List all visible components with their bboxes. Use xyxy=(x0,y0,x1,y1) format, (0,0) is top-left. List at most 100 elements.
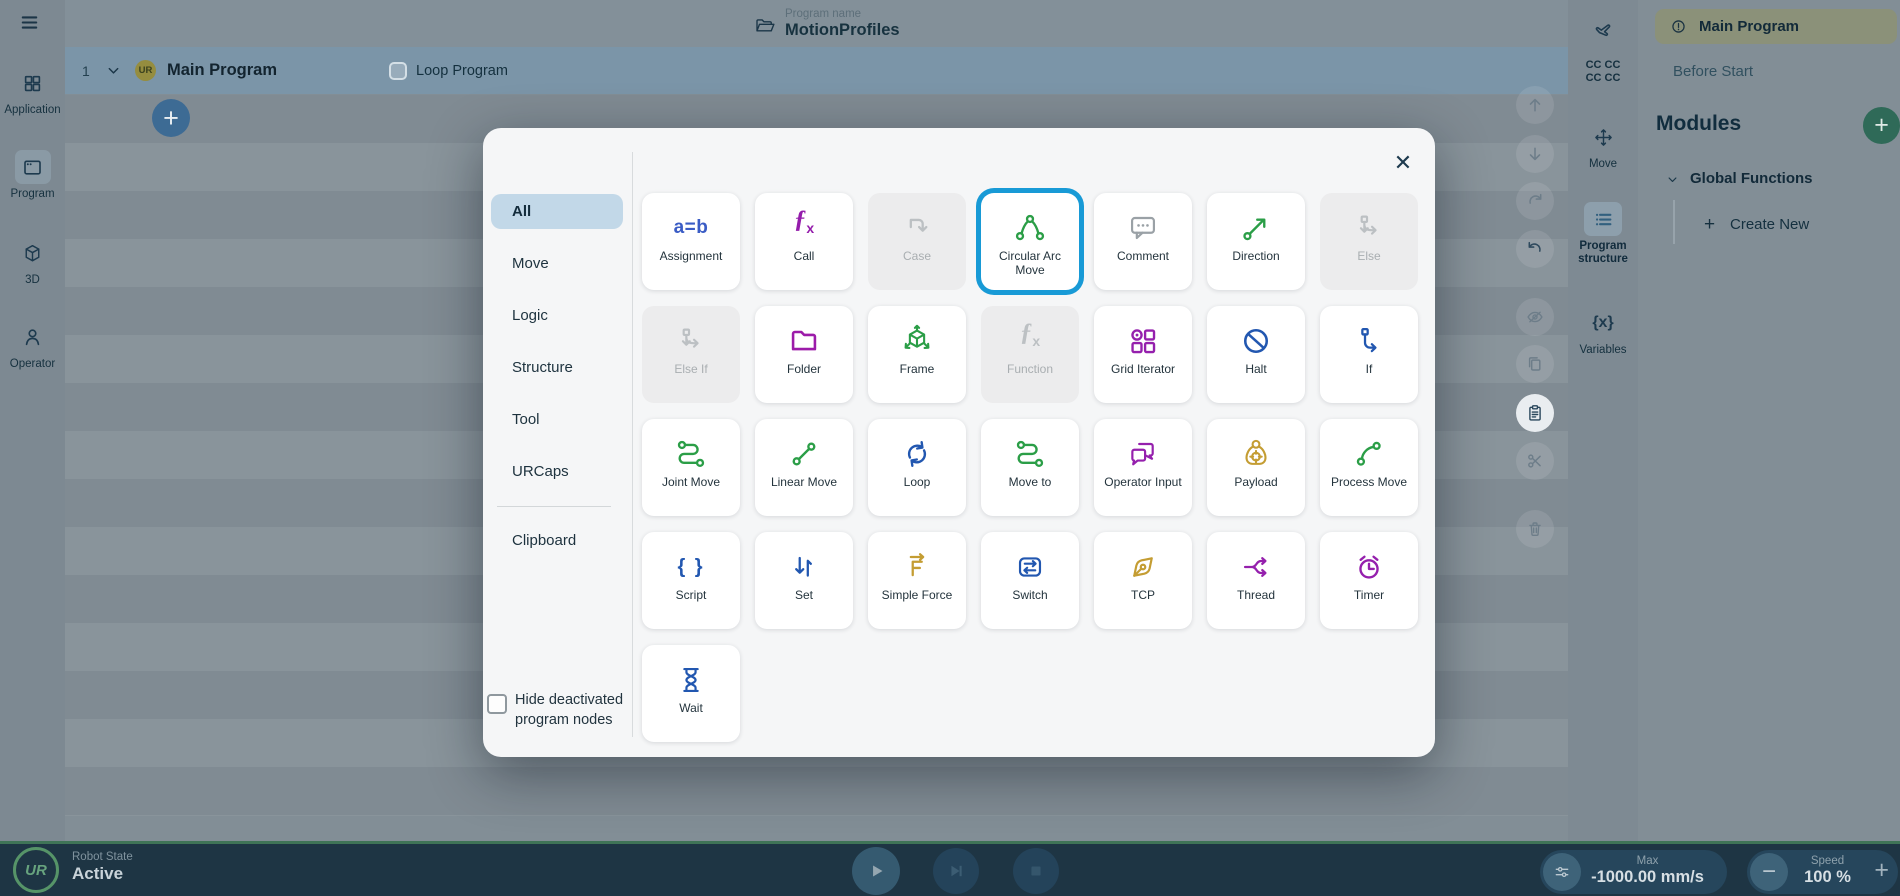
sidebar-item-3d[interactable]: 3D xyxy=(0,236,65,286)
robot-state-value: Active xyxy=(72,864,123,884)
category-structure[interactable]: Structure xyxy=(491,350,623,385)
node-tile-label: Else xyxy=(1349,250,1388,264)
node-tile-grid-iterator[interactable]: Grid Iterator xyxy=(1094,306,1192,403)
cut-button[interactable] xyxy=(1516,442,1554,480)
sidebar-item-program[interactable]: Program xyxy=(0,150,65,200)
max-speed-pill: Max -1000.00 mm/s xyxy=(1540,850,1727,894)
node-tile-move-to[interactable]: Move to xyxy=(981,419,1079,516)
program-row[interactable]: 1 UR Main Program Loop Program xyxy=(65,47,1568,94)
node-tile-direction[interactable]: Direction xyxy=(1207,193,1305,290)
collapse-chevron-icon[interactable] xyxy=(103,60,124,81)
node-tile-halt[interactable]: Halt xyxy=(1207,306,1305,403)
node-tile-simple-force[interactable]: Simple Force xyxy=(868,532,966,629)
category-divider xyxy=(497,506,611,507)
category-all[interactable]: All xyxy=(491,194,623,229)
node-tile-circular-arc-move[interactable]: Circular Arc Move xyxy=(981,193,1079,290)
node-tile-timer[interactable]: Timer xyxy=(1320,532,1418,629)
node-tile-label: Operator Input xyxy=(1096,476,1189,490)
speed-pill: − Speed 100 % + xyxy=(1747,850,1898,894)
sidebar-item-operator[interactable]: Operator xyxy=(0,320,65,370)
paste-button[interactable] xyxy=(1516,394,1554,432)
speed-value: 100 % xyxy=(1791,868,1864,887)
node-tile-label: Joint Move xyxy=(654,476,728,490)
program-name-block[interactable]: Program name MotionProfiles xyxy=(752,8,900,40)
node-tile-label: Thread xyxy=(1229,589,1283,603)
hide-deactivated-checkbox[interactable] xyxy=(487,694,507,714)
node-tile-assignment[interactable]: a=b Assignment xyxy=(642,193,740,290)
copy-button[interactable] xyxy=(1516,345,1554,383)
stop-icon xyxy=(1023,858,1049,884)
global-functions-label[interactable]: Global Functions xyxy=(1690,170,1813,187)
category-tool[interactable]: Tool xyxy=(491,402,623,437)
redo-button[interactable] xyxy=(1516,182,1554,220)
node-tile-switch[interactable]: Switch xyxy=(981,532,1079,629)
node-tile-label: Frame xyxy=(892,363,943,377)
hamburger-icon xyxy=(16,9,43,36)
max-label: Max xyxy=(1584,854,1711,868)
paste-icon xyxy=(1523,401,1547,425)
node-tile-joint-move[interactable]: Joint Move xyxy=(642,419,740,516)
node-tile-label: Grid Iterator xyxy=(1103,363,1183,377)
category-urcaps[interactable]: URCaps xyxy=(491,454,623,489)
program-name-value: MotionProfiles xyxy=(785,21,900,40)
step-button[interactable] xyxy=(933,848,979,894)
arrow-down-icon xyxy=(1523,142,1547,166)
node-tile-payload[interactable]: Payload xyxy=(1207,419,1305,516)
speed-decrease-button[interactable]: − xyxy=(1750,853,1788,891)
modal-close-button[interactable]: ✕ xyxy=(1388,148,1418,178)
add-module-button[interactable]: + xyxy=(1863,107,1900,144)
toolbar-item-program-structure[interactable]: Program structure xyxy=(1568,202,1638,266)
variables-icon: {x} xyxy=(1584,306,1622,340)
node-tile-call[interactable]: ƒx Call xyxy=(755,193,853,290)
undo-button[interactable] xyxy=(1516,230,1554,268)
sidebar-item-label: Operator xyxy=(0,358,65,370)
create-new-button[interactable]: Create New xyxy=(1730,216,1809,233)
category-clipboard[interactable]: Clipboard xyxy=(491,523,623,558)
node-tile-set[interactable]: Set xyxy=(755,532,853,629)
main-program-header[interactable]: Main Program xyxy=(1655,9,1897,44)
suppress-button[interactable] xyxy=(1516,298,1554,336)
speed-slider-button[interactable] xyxy=(1543,853,1581,891)
node-tile-tcp[interactable]: TCP xyxy=(1094,532,1192,629)
else-if-icon xyxy=(672,306,710,360)
node-tile-if[interactable]: If xyxy=(1320,306,1418,403)
node-tile-process-move[interactable]: Process Move xyxy=(1320,419,1418,516)
play-button[interactable] xyxy=(852,847,900,895)
app-grid-icon xyxy=(15,66,51,100)
node-tile-label: Script xyxy=(668,589,715,603)
toolbar-item-move[interactable]: Move xyxy=(1568,120,1638,171)
move-down-button[interactable] xyxy=(1516,135,1554,173)
node-tile-comment[interactable]: Comment xyxy=(1094,193,1192,290)
node-tile-label: Timer xyxy=(1346,589,1392,603)
node-tile-label: Comment xyxy=(1109,250,1177,264)
trash-icon xyxy=(1523,517,1547,541)
toolbar-item-variables[interactable]: {x} Variables xyxy=(1568,306,1638,357)
add-node-button[interactable]: + xyxy=(152,99,190,137)
node-tile-wait[interactable]: Wait xyxy=(642,645,740,742)
menu-button[interactable] xyxy=(16,9,43,36)
node-tile-thread[interactable]: Thread xyxy=(1207,532,1305,629)
move-up-button[interactable] xyxy=(1516,86,1554,124)
undo-icon xyxy=(1523,237,1547,261)
loop-program-checkbox[interactable] xyxy=(389,62,407,80)
direction-icon xyxy=(1237,193,1275,247)
freedrive-hand-button[interactable] xyxy=(1589,17,1618,46)
speed-increase-button[interactable]: + xyxy=(1874,856,1889,885)
delete-button[interactable] xyxy=(1516,510,1554,548)
sidebar-item-application[interactable]: Application xyxy=(0,66,65,116)
move-to-icon xyxy=(1011,419,1049,473)
node-tile-label: If xyxy=(1358,363,1381,377)
stop-button[interactable] xyxy=(1013,848,1059,894)
node-tile-frame[interactable]: Frame xyxy=(868,306,966,403)
node-tile-case: Case xyxy=(868,193,966,290)
before-start-item[interactable]: Before Start xyxy=(1673,63,1753,80)
node-tile-folder[interactable]: Folder xyxy=(755,306,853,403)
category-logic[interactable]: Logic xyxy=(491,298,623,333)
node-tile-linear-move[interactable]: Linear Move xyxy=(755,419,853,516)
sidebar-item-label: Program xyxy=(0,188,65,200)
group-chevron-icon[interactable] xyxy=(1664,171,1681,188)
node-tile-script[interactable]: { } Script xyxy=(642,532,740,629)
category-move[interactable]: Move xyxy=(491,246,623,281)
node-tile-loop[interactable]: Loop xyxy=(868,419,966,516)
node-tile-operator-input[interactable]: Operator Input xyxy=(1094,419,1192,516)
